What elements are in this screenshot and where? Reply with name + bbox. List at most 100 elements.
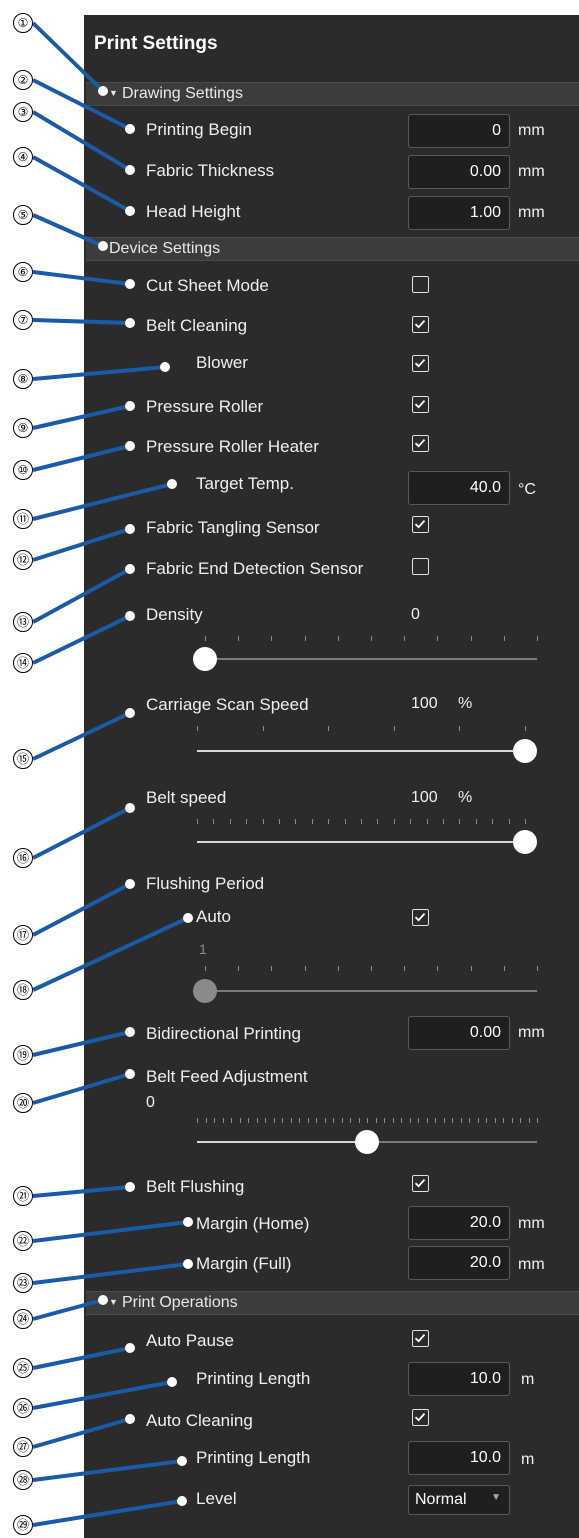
callout-leader-line	[32, 1346, 131, 1370]
callout-badge: ⑦	[13, 310, 33, 330]
callout-leader-line	[32, 1185, 131, 1198]
slider-tick	[324, 1118, 326, 1123]
callout-leader-line	[32, 711, 131, 761]
slider-tick	[341, 1118, 343, 1123]
slider-tick	[392, 1118, 394, 1123]
slider-tick	[486, 1118, 487, 1123]
slider-tick	[371, 636, 372, 641]
slider-tick	[511, 1118, 513, 1123]
callout-anchor-dot	[183, 1217, 193, 1227]
slider-tick	[282, 1118, 283, 1123]
slider-tick	[410, 819, 412, 824]
callout-badge: ⑰	[13, 925, 33, 945]
callout-badge: ⑬	[13, 612, 33, 632]
callout-badge: ⑮	[13, 749, 33, 769]
slider-tick	[525, 819, 526, 824]
callout-anchor-dot	[125, 279, 135, 289]
callout-anchor-dot	[125, 524, 135, 534]
callout-anchor-dot	[125, 1027, 135, 1037]
callout-anchor-dot	[125, 1069, 135, 1079]
slider-tick	[537, 966, 538, 971]
slider-thumb[interactable]	[355, 1130, 379, 1154]
slider-tick	[460, 1118, 462, 1123]
slider-tick	[443, 819, 444, 824]
callout-anchor-dot	[125, 708, 135, 718]
slider-tick	[418, 1118, 419, 1123]
slider-tick	[304, 966, 306, 971]
callout-anchor-dot	[125, 165, 135, 175]
slider-tick	[213, 819, 215, 824]
callout-leader-line	[32, 1072, 131, 1105]
slider-thumb[interactable]	[193, 647, 217, 671]
callout-anchor-dot	[125, 401, 135, 411]
callout-badge: ⑤	[13, 205, 33, 225]
slider-tick	[503, 1118, 504, 1123]
callout-anchor-dot	[125, 1343, 135, 1353]
slider-tick	[537, 636, 538, 641]
callout-leader-line	[32, 155, 131, 213]
callout-leader-line	[32, 806, 131, 860]
slider-thumb[interactable]	[513, 739, 537, 763]
callout-badge: ㉘	[13, 1470, 33, 1490]
slider-tick	[508, 819, 510, 824]
callout-badge: ②	[13, 70, 33, 90]
slider-tick	[265, 1118, 266, 1123]
callout-anchor-dot	[160, 362, 170, 372]
slider-tick	[304, 636, 306, 641]
slider-track[interactable]	[205, 658, 537, 660]
callout-leader-line	[32, 567, 131, 624]
slider-tick	[299, 1118, 300, 1123]
callout-leader-line	[32, 318, 131, 325]
slider-thumb[interactable]	[513, 830, 537, 854]
slider-tick	[435, 1118, 436, 1123]
slider-tick	[239, 1118, 241, 1123]
slider-tick	[205, 1118, 207, 1123]
callout-leader-line	[32, 882, 131, 937]
slider-tick	[452, 1118, 453, 1123]
slider-tick	[231, 1118, 232, 1123]
callout-leader-line	[32, 1298, 104, 1321]
slider-tick	[197, 726, 198, 731]
slider-tick	[273, 1118, 275, 1123]
callout-badge: ㉗	[13, 1437, 33, 1457]
callout-leader-line	[31, 21, 105, 93]
slider-tick	[316, 1118, 317, 1123]
slider-tick	[279, 819, 280, 824]
slider-tick	[344, 819, 346, 824]
callout-badge: ⑪	[13, 509, 33, 529]
callout-anchor-dot	[98, 1295, 108, 1305]
slider-tick	[475, 819, 477, 824]
slider-tick	[528, 1118, 530, 1123]
slider-tick	[393, 819, 395, 824]
slider-tick	[520, 1118, 521, 1123]
callout-badge: ⑭	[13, 653, 33, 673]
slider-tick	[222, 1118, 224, 1123]
callout-leader-line	[32, 1030, 131, 1057]
slider-tick	[470, 966, 472, 971]
slider-tick	[443, 1118, 445, 1123]
slider-track[interactable]	[367, 1141, 537, 1143]
callout-badge: ⑫	[13, 550, 33, 570]
slider-track-filled	[197, 1141, 367, 1143]
callout-badge: ⑥	[13, 262, 33, 282]
slider-track-filled	[197, 841, 525, 843]
callout-leader-line	[32, 614, 131, 665]
slider-tick	[459, 726, 461, 731]
slider-tick	[271, 966, 273, 971]
slider-tick	[477, 1118, 479, 1123]
callout-leader-line	[32, 404, 131, 430]
slider-tick	[248, 1118, 249, 1123]
callout-anchor-dot	[183, 913, 193, 923]
callout-leaders	[31, 21, 193, 1527]
slider-tick	[367, 1118, 368, 1123]
callout-leader-line	[32, 1380, 173, 1410]
callout-anchor-dot	[125, 124, 135, 134]
slider-tick	[361, 819, 362, 824]
slider-track[interactable]	[205, 990, 537, 992]
callout-badge: ㉑	[13, 1186, 33, 1206]
callout-anchor-dot	[183, 1259, 193, 1269]
slider-tick	[350, 1118, 351, 1123]
slider-tick	[503, 636, 505, 641]
callout-anchor-dot	[98, 241, 108, 251]
slider-tick	[437, 966, 439, 971]
